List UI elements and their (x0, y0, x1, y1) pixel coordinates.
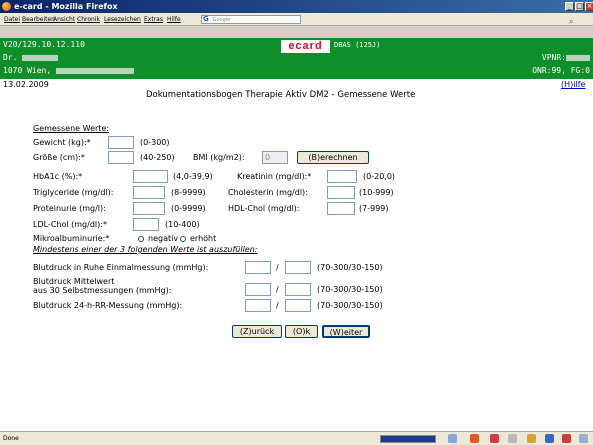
menu-datei[interactable]: Datei (4, 13, 20, 26)
bp-mittelwert-diastolic-input[interactable] (285, 283, 311, 296)
triglyceride-label: Triglyceride (mg/dl): (33, 188, 114, 197)
progress-bar (380, 435, 436, 443)
section-title: Gemessene Werte: (33, 124, 110, 133)
window-title: e-card - Mozilla Firefox (14, 2, 118, 11)
ok-button[interactable]: (O)k (285, 325, 318, 338)
bmi-label: BMI (kg/m2): (193, 153, 245, 162)
menu-hilfe[interactable]: Hilfe (167, 13, 181, 26)
bp-ruhe-label: Blutdruck in Ruhe Einmalmessung (mmHg): (33, 263, 209, 272)
back-button[interactable]: (Z)urück (232, 325, 282, 338)
addon-icon[interactable] (545, 434, 554, 443)
hba1c-range: (4,0-39,9) (173, 172, 213, 181)
bp-24h-label: Blutdruck 24-h-RR-Messung (mmHg): (33, 301, 183, 310)
minimize-button[interactable]: _ (565, 2, 574, 11)
gewicht-label: Gewicht (kg):* (33, 138, 91, 147)
addon-icon[interactable] (470, 434, 479, 443)
hba1c-label: HbA1c (%):* (33, 172, 83, 181)
menu-bearbeiten[interactable]: Bearbeiten (22, 13, 55, 26)
bmi-calculate-button[interactable]: (B)erechnen (297, 151, 369, 164)
banner-onr: ONR:99, FG:0 (532, 66, 590, 75)
bmi-field: 0 (262, 151, 288, 164)
search-placeholder: Google (212, 17, 231, 23)
gewicht-input[interactable] (108, 136, 134, 149)
proteinurie-input[interactable] (133, 202, 165, 215)
cholesterin-label: Cholesterin (mg/dl): (228, 188, 308, 197)
status-bar: Done (0, 431, 593, 445)
page-title: Dokumentationsbogen Therapie Aktiv DM2 -… (146, 90, 416, 100)
kreatinin-label: Kreatinin (mg/dl):* (237, 172, 312, 181)
next-button[interactable]: (W)eiter (322, 325, 370, 338)
addon-icon[interactable] (579, 434, 588, 443)
triglyceride-input[interactable] (133, 186, 165, 199)
bp-ruhe-diastolic-input[interactable] (285, 261, 311, 274)
radio-erhoeht[interactable] (180, 236, 186, 242)
addon-icon[interactable] (527, 434, 536, 443)
banner-address: V20/129.10.12.110 (3, 40, 85, 49)
help-link[interactable]: (H)ilfe (561, 79, 585, 90)
hba1c-input[interactable] (133, 170, 168, 183)
status-text: Done (3, 435, 19, 442)
groesse-input[interactable] (108, 151, 134, 164)
bp-ruhe-systolic-input[interactable] (245, 261, 271, 274)
ldl-input[interactable] (133, 218, 159, 231)
bp-mittelwert-slash: / (276, 285, 279, 294)
addon-icon[interactable] (508, 434, 517, 443)
cholesterin-input[interactable] (327, 186, 355, 199)
search-input[interactable]: G Google (201, 15, 301, 24)
addon-icon[interactable] (562, 434, 571, 443)
bp-24h-systolic-input[interactable] (245, 299, 271, 312)
addon-icon[interactable] (490, 434, 499, 443)
ldl-label: LDL-Chol (mg/dl):* (33, 220, 107, 229)
date-text: 13.02.2009 (3, 80, 49, 89)
window-titlebar: e-card - Mozilla Firefox _ □ × (0, 0, 593, 13)
menu-chronik[interactable]: Chronik (77, 13, 100, 26)
mikroalbuminurie-label: Mikroalbuminurie:* (33, 234, 110, 243)
menu-lesezeichen[interactable]: Lesezeichen (104, 13, 141, 26)
proteinurie-label: Proteinurie (mg/l): (33, 204, 106, 213)
menu-bar: Datei Bearbeiten Ansicht Chronik Lesezei… (0, 13, 593, 26)
google-icon: G (203, 16, 211, 23)
bp-ruhe-slash: / (276, 263, 279, 272)
kreatinin-input[interactable] (327, 170, 357, 183)
bp-ruhe-range: (70-300/30-150) (317, 263, 383, 272)
bp-required-note: Mindestens einer der 3 folgenden Werte i… (33, 245, 258, 254)
proteinurie-range: (0-9999) (171, 204, 206, 213)
page-content: 13.02.2009 (H)ilfe Dokumentationsbogen T… (0, 79, 593, 431)
addon-icon[interactable] (448, 434, 457, 443)
bp-24h-diastolic-input[interactable] (285, 299, 311, 312)
radio-negativ[interactable] (138, 236, 144, 242)
firefox-icon (2, 2, 11, 11)
bp-24h-range: (70-300/30-150) (317, 301, 383, 310)
banner-location: 1070 Wien, (3, 66, 134, 75)
maximize-button[interactable]: □ (575, 2, 584, 11)
ecard-logo: ecard (281, 40, 330, 53)
radio-erhoeht-label: erhöht (190, 234, 217, 243)
banner-vpnr: VPNR: (542, 53, 590, 62)
hdl-label: HDL-Chol (mg/dl): (228, 204, 300, 213)
groesse-label: Größe (cm):* (33, 153, 85, 162)
ldl-range: (10-400) (165, 220, 200, 229)
hdl-input[interactable] (327, 202, 355, 215)
gewicht-range: (0-300) (140, 138, 170, 147)
menu-ansicht[interactable]: Ansicht (53, 13, 75, 26)
kreatinin-range: (0-20,0) (363, 172, 396, 181)
bp-mittelwert-systolic-input[interactable] (245, 283, 271, 296)
hdl-range: (7-999) (359, 204, 389, 213)
groesse-range: (40-250) (140, 153, 175, 162)
menu-extras[interactable]: Extras (144, 13, 163, 26)
cholesterin-range: (10-999) (359, 188, 394, 197)
close-button[interactable]: × (585, 2, 593, 11)
ecard-banner: V20/129.10.12.110 Dr. 1070 Wien, ecard D… (0, 38, 593, 79)
banner-dbas: DBAS (125J) (334, 41, 381, 49)
bp-mittelwert-label-2: aus 30 Selbstmessungen (mmHg): (33, 286, 172, 295)
bp-mittelwert-range: (70-300/30-150) (317, 285, 383, 294)
banner-doctor: Dr. (3, 53, 59, 62)
triglyceride-range: (8-9999) (171, 188, 206, 197)
radio-negativ-label: negativ (148, 234, 179, 243)
search-icon[interactable]: ⌕ (569, 15, 573, 28)
bp-24h-slash: / (276, 301, 279, 310)
